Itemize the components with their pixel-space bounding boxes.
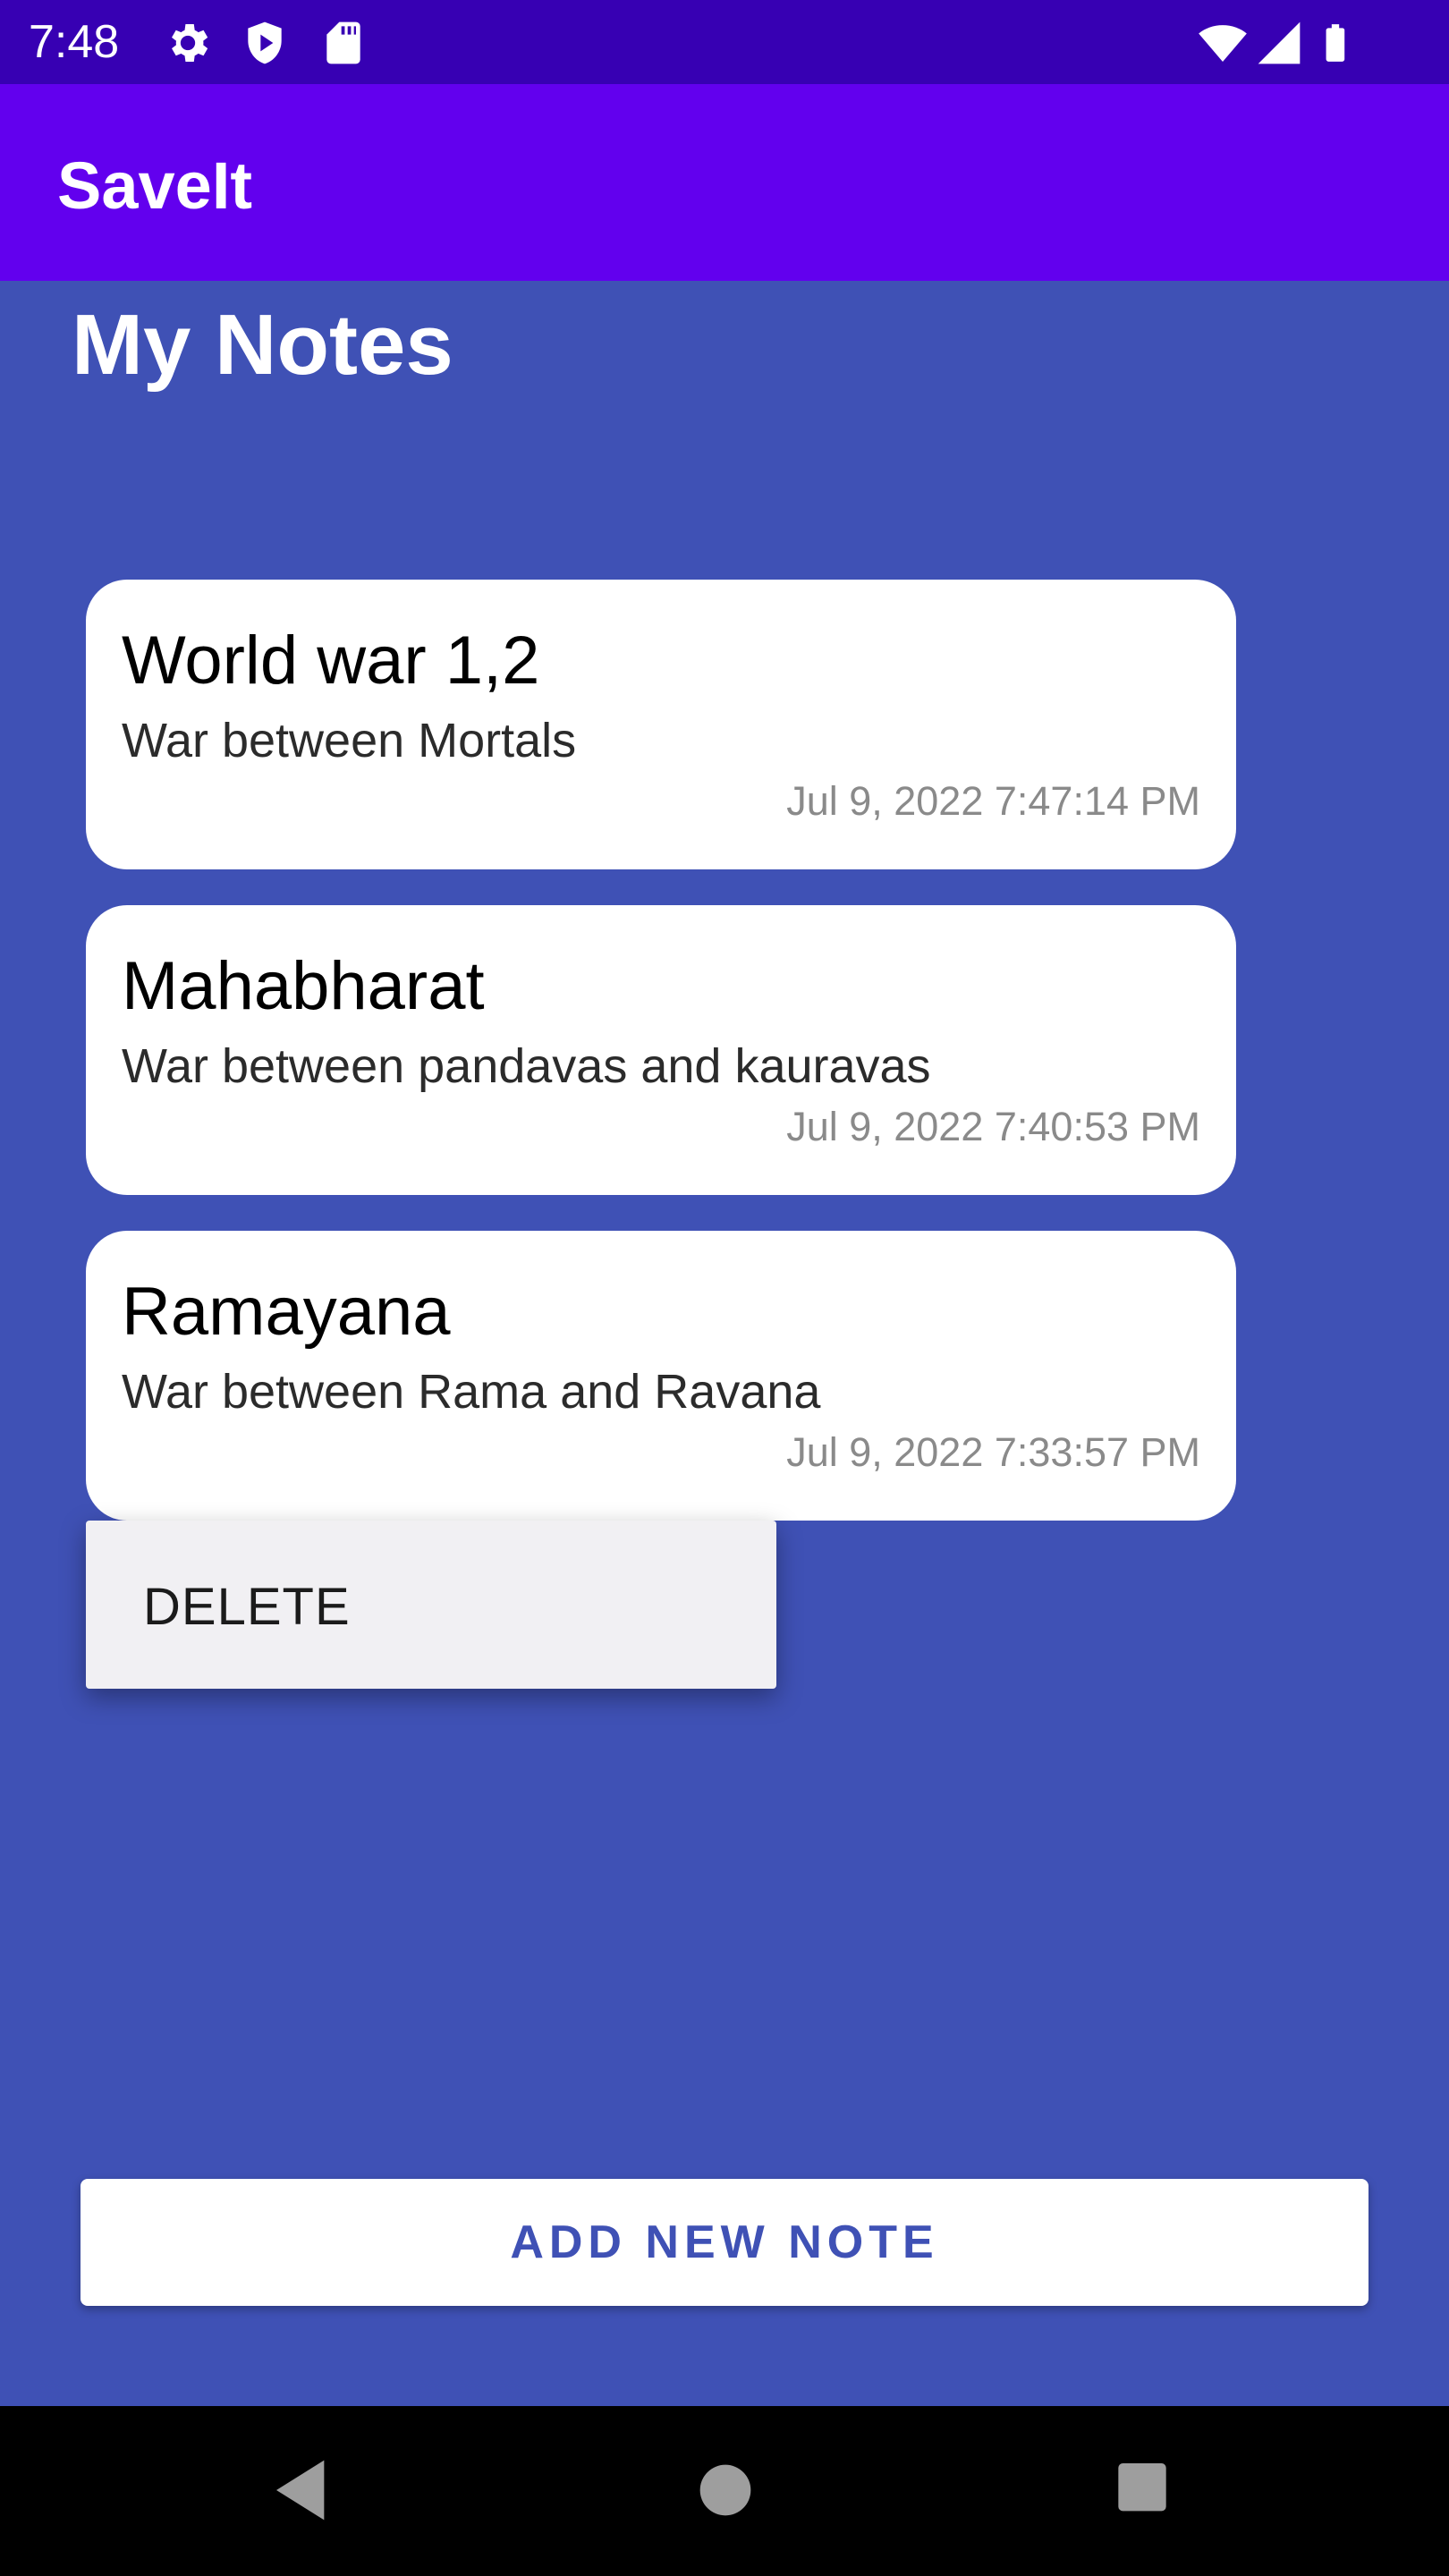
note-description: War between Rama and Ravana (122, 1365, 821, 1419)
app-bar: SaveIt (0, 84, 1449, 281)
wifi-icon (1195, 18, 1250, 68)
delete-menu-item[interactable]: DELETE (143, 1576, 351, 1639)
note-timestamp: Jul 9, 2022 7:40:53 PM (786, 1104, 1200, 1149)
back-icon[interactable] (263, 2454, 343, 2526)
status-bar: 7:48 (0, 0, 1449, 84)
note-card[interactable]: World war 1,2 War between Mortals Jul 9,… (86, 580, 1236, 869)
note-title: World war 1,2 (122, 623, 540, 699)
note-title: Ramayana (122, 1274, 451, 1350)
signal-icon (1254, 18, 1304, 68)
app-title: SaveIt (57, 148, 253, 223)
note-description: War between Mortals (122, 714, 577, 767)
note-timestamp: Jul 9, 2022 7:47:14 PM (786, 778, 1200, 824)
battery-icon (1313, 18, 1358, 68)
note-description: War between pandavas and kauravas (122, 1039, 931, 1093)
add-new-note-button[interactable]: ADD NEW NOTE (80, 2179, 1368, 2306)
gear-icon (163, 18, 213, 68)
page-title: My Notes (72, 297, 453, 393)
status-time: 7:48 (29, 16, 120, 68)
sd-card-icon (318, 18, 369, 68)
shield-play-icon (240, 18, 290, 68)
context-menu: DELETE (86, 1521, 776, 1689)
home-icon[interactable] (685, 2454, 766, 2526)
navigation-bar (0, 2406, 1449, 2576)
note-card[interactable]: Mahabharat War between pandavas and kaur… (86, 905, 1236, 1195)
note-timestamp: Jul 9, 2022 7:33:57 PM (786, 1429, 1200, 1475)
recents-icon[interactable] (1102, 2454, 1182, 2526)
note-card[interactable]: Ramayana War between Rama and Ravana Jul… (86, 1231, 1236, 1521)
note-title: Mahabharat (122, 948, 485, 1024)
